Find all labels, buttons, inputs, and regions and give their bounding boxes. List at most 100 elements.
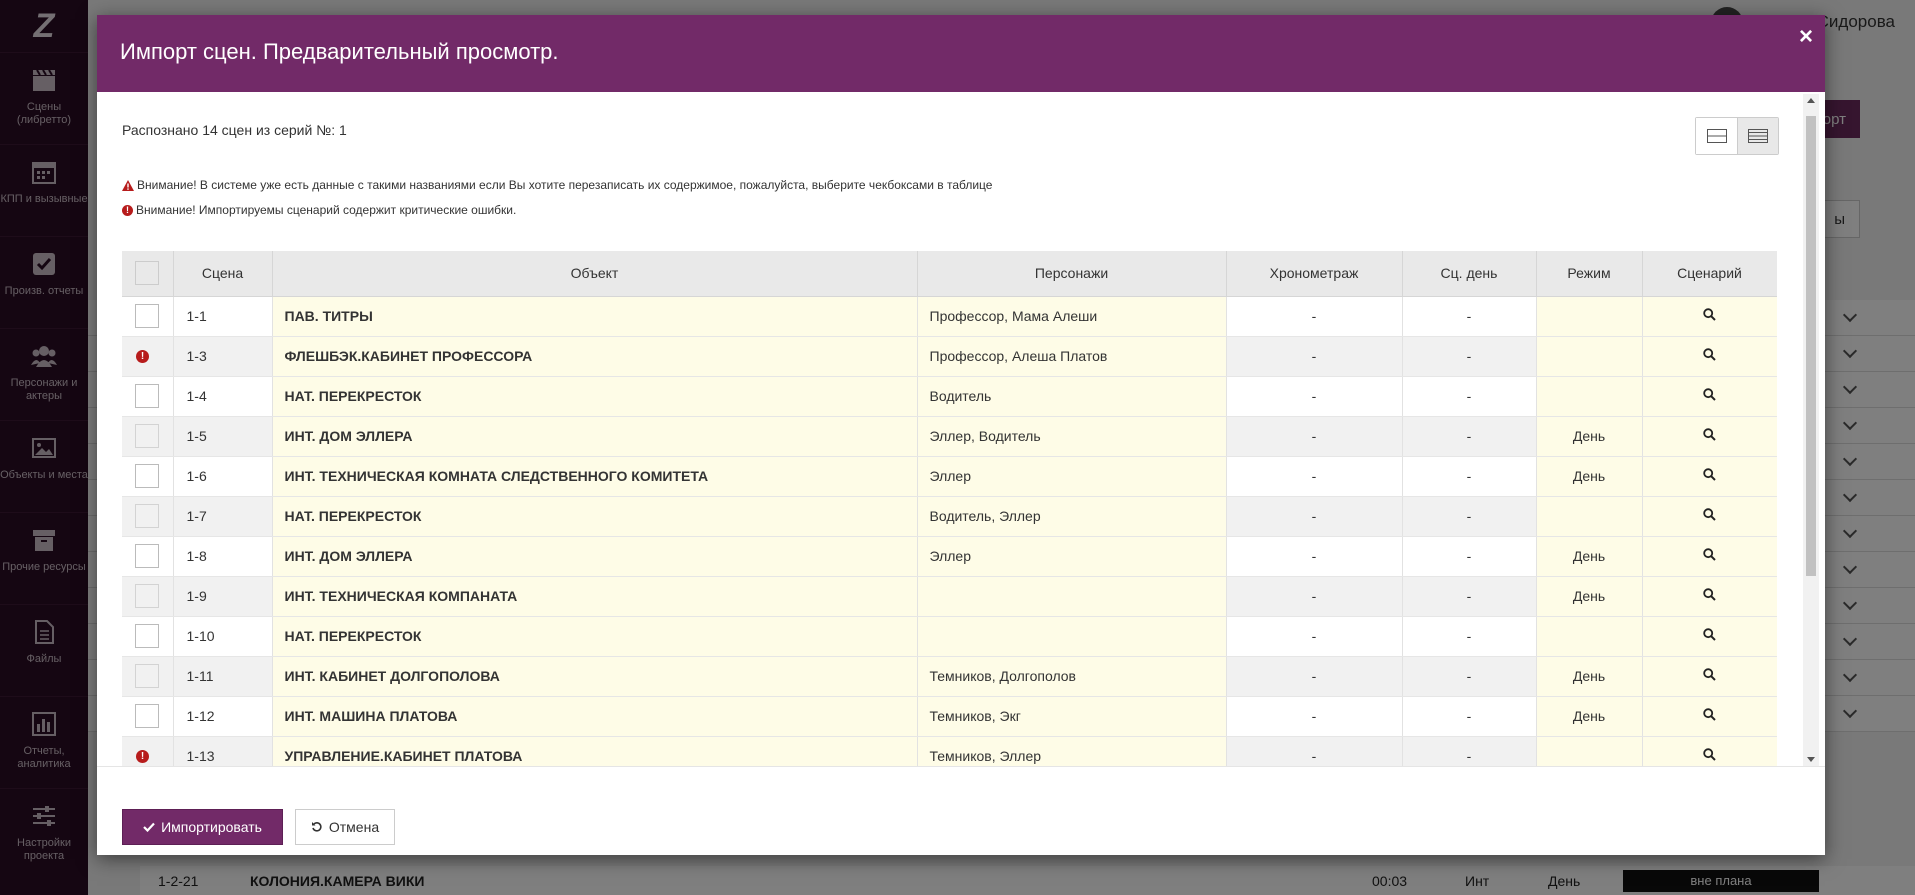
error-icon: ! [136,349,149,363]
duplicate-warning: Внимание! В системе уже есть данные с та… [122,178,992,192]
cell-scene: 1-8 [173,536,273,577]
cell-mode: День [1536,456,1643,497]
cell-timing: - [1226,416,1403,457]
close-icon[interactable]: × [1799,23,1813,51]
table-row: 1-12 ИНТ. МАШИНА ПЛАТОВА Темников, Экг - - Де… [122,696,1777,737]
row-checkbox[interactable] [135,704,160,728]
scroll-thumb[interactable] [1806,116,1816,576]
modal-body: Распознано 14 сцен из серий №: 1 Внимани… [97,92,1825,766]
cell-characters: Водитель [917,376,1227,417]
row-checkbox[interactable] [135,464,160,488]
cell-mode: День [1536,576,1643,617]
cell-mode [1536,296,1643,337]
scenes-table: Сцена Объект Персонажи Хронометраж Сц. д… [122,251,1777,766]
select-all-checkbox[interactable] [135,261,160,286]
cell-script [1642,576,1777,617]
view-detailed-button[interactable] [1737,118,1778,154]
row-checkbox[interactable] [135,584,160,608]
critical-error-warning-text: Внимание! Импортируемы сценарий содержит… [136,203,517,217]
header-characters[interactable]: Персонажи [917,251,1227,297]
cell-script [1642,536,1777,577]
cell-script [1642,616,1777,657]
cell-object: ИНТ. ДОМ ЭЛЛЕРА [272,416,918,457]
row-status [122,616,174,657]
recognized-summary: Распознано 14 сцен из серий №: 1 [122,122,347,138]
modal-title: Импорт сцен. Предварительный просмотр. [120,39,559,64]
row-checkbox[interactable] [135,384,160,408]
row-status [122,536,174,577]
import-button[interactable]: Импортировать [122,809,283,845]
cell-timing: - [1226,456,1403,497]
search-icon[interactable] [1703,548,1716,561]
cell-scene-day: - [1402,376,1537,417]
row-checkbox[interactable] [135,424,160,448]
modal-scrollbar[interactable] [1803,94,1819,766]
cell-script [1642,456,1777,497]
cell-characters: Эллер, Водитель [917,416,1227,457]
cell-script [1642,336,1777,377]
cell-characters: Эллер [917,536,1227,577]
search-icon[interactable] [1703,308,1716,321]
cell-object: НАТ. ПЕРЕКРЕСТОК [272,616,918,657]
cell-scene: 1-11 [173,656,273,697]
row-checkbox[interactable] [135,544,160,568]
table-row: 1-10 НАТ. ПЕРЕКРЕСТОК - - [122,616,1777,657]
warning-triangle-icon [122,179,134,191]
cell-mode [1536,616,1643,657]
cell-timing: - [1226,736,1403,766]
header-script[interactable]: Сценарий [1642,251,1777,297]
modal-header: Импорт сцен. Предварительный просмотр. × [97,15,1825,92]
row-checkbox[interactable] [135,664,160,688]
cell-script [1642,376,1777,417]
header-object[interactable]: Объект [272,251,918,297]
search-icon[interactable] [1703,708,1716,721]
search-icon[interactable] [1703,748,1716,761]
view-compact-button[interactable] [1696,118,1737,154]
select-all-header [122,251,174,297]
cell-timing: - [1226,576,1403,617]
cell-scene-day: - [1402,416,1537,457]
search-icon[interactable] [1703,388,1716,401]
scroll-down-icon[interactable] [1807,757,1815,762]
table-row: 1-5 ИНТ. ДОМ ЭЛЛЕРА Эллер, Водитель - - День [122,416,1777,457]
cell-object: ФЛЕШБЭК.КАБИНЕТ ПРОФЕССОРА [272,336,918,377]
header-timing[interactable]: Хронометраж [1226,251,1403,297]
row-checkbox[interactable] [135,304,160,328]
cell-object: ИНТ. МАШИНА ПЛАТОВА [272,696,918,737]
cell-scene-day: - [1402,616,1537,657]
row-checkbox[interactable] [135,624,160,648]
check-icon [143,822,155,832]
cancel-button-label: Отмена [328,819,380,835]
header-mode[interactable]: Режим [1536,251,1643,297]
search-icon[interactable] [1703,668,1716,681]
cell-scene: 1-7 [173,496,273,537]
cell-object: НАТ. ПЕРЕКРЕСТОК [272,376,918,417]
search-icon[interactable] [1703,468,1716,481]
cell-mode [1536,376,1643,417]
cell-script [1642,736,1777,766]
row-checkbox[interactable] [135,504,160,528]
search-icon[interactable] [1703,348,1716,361]
search-icon[interactable] [1703,588,1716,601]
header-scene-day[interactable]: Сц. день [1402,251,1537,297]
header-scene[interactable]: Сцена [173,251,273,297]
search-icon[interactable] [1703,508,1716,521]
search-icon[interactable] [1703,628,1716,641]
table-row: 1-6 ИНТ. ТЕХНИЧЕСКАЯ КОМНАТА СЛЕДСТВЕННОГ… [122,456,1777,497]
cell-timing: - [1226,656,1403,697]
cell-mode [1536,336,1643,377]
cell-scene-day: - [1402,736,1537,766]
exclamation-circle-icon: ! [122,204,133,216]
search-icon[interactable] [1703,428,1716,441]
scroll-up-icon[interactable] [1807,98,1815,103]
row-status: ! [122,336,174,377]
row-status [122,496,174,537]
cell-scene-day: - [1402,456,1537,497]
cell-object: НАТ. ПЕРЕКРЕСТОК [272,496,918,537]
cancel-button[interactable]: Отмена [295,809,395,845]
row-status [122,296,174,337]
cell-mode: День [1536,416,1643,457]
cell-script [1642,656,1777,697]
cell-object: ПАВ. ТИТРЫ [272,296,918,337]
import-button-label: Импортировать [161,819,262,835]
